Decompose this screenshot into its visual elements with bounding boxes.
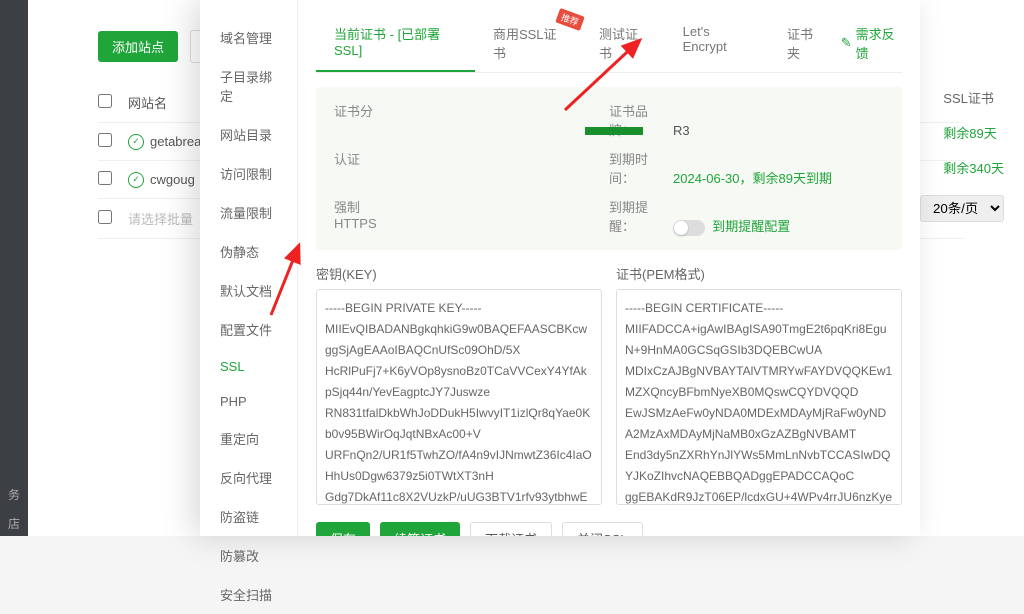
label-remind: 到期提醒： [609, 197, 673, 235]
feedback-link[interactable]: ✎需求反馈 [841, 14, 902, 72]
edit-icon: ✎ [841, 35, 852, 51]
modal-side-item-11[interactable]: 反向代理 [200, 458, 297, 497]
modal-side-item-6[interactable]: 默认文档 [200, 271, 297, 310]
nav-item[interactable]: 店 [0, 509, 28, 538]
ssl-remaining: 剩余340天 [943, 150, 1004, 185]
modal-main: 当前证书 - [已部署SSL] 商用SSL证书推荐 测试证书 Let's Enc… [298, 0, 920, 536]
modal-sidebar: 域名管理子目录绑定网站目录访问限制流量限制伪静态默认文档配置文件SSLPHP重定… [200, 0, 298, 536]
select-all-checkbox[interactable] [98, 94, 112, 108]
pem-textarea[interactable] [616, 289, 902, 505]
ssl-remaining: 剩余89天 [943, 115, 1004, 150]
modal-side-item-3[interactable]: 访问限制 [200, 154, 297, 193]
ssl-tabs: 当前证书 - [已部署SSL] 商用SSL证书推荐 测试证书 Let's Enc… [316, 14, 902, 73]
label-brand: 证书品牌： [609, 101, 673, 139]
shield-icon: ✓ [128, 134, 144, 150]
label-force-https: 强制HTTPS [334, 197, 398, 231]
modal-side-item-12[interactable]: 防盗链 [200, 497, 297, 536]
disable-ssl-button[interactable]: 关闭SSL [562, 522, 643, 536]
left-nav-strip: 务 店 [0, 0, 28, 536]
modal-side-item-4[interactable]: 流量限制 [200, 193, 297, 232]
tab-test-cert[interactable]: 测试证书 [581, 14, 665, 72]
shield-icon: ✓ [128, 172, 144, 188]
nav-item[interactable]: 务 [0, 480, 28, 509]
page-size-select[interactable]: 20条/页 [920, 195, 1004, 222]
modal-side-item-9[interactable]: PHP [200, 384, 297, 419]
row-checkbox[interactable] [98, 133, 112, 147]
modal-side-item-10[interactable]: 重定向 [200, 419, 297, 458]
label-cert-score: 证书分 [334, 101, 398, 120]
modal-side-item-13[interactable]: 防篡改 [200, 536, 297, 575]
row-checkbox[interactable] [98, 210, 112, 224]
remind-config-link[interactable]: 到期提醒配置 [712, 219, 790, 234]
modal-side-item-8[interactable]: SSL [200, 349, 297, 384]
modal-side-item-2[interactable]: 网站目录 [200, 115, 297, 154]
cert-info-box: 证书分 证书品牌：R3 认证 到期时间：2024-06-30，剩余89天到期 强… [316, 87, 902, 250]
save-button[interactable]: 保存 [316, 522, 370, 536]
label-auth: 认证 [334, 149, 398, 168]
site-name: cwgoug [150, 172, 195, 187]
add-site-button[interactable]: 添加站点 [98, 31, 178, 62]
ssl-column: SSL证书 剩余89天 剩余340天 [943, 80, 1004, 185]
label-expiry: 到期时间： [609, 149, 673, 187]
site-name: getabrea [150, 134, 201, 149]
remind-toggle[interactable] [673, 220, 705, 236]
modal-side-item-7[interactable]: 配置文件 [200, 310, 297, 349]
tab-current-cert[interactable]: 当前证书 - [已部署SSL] [316, 14, 475, 72]
tab-commercial-ssl[interactable]: 商用SSL证书推荐 [475, 14, 581, 72]
renew-button[interactable]: 续签证书 [380, 522, 460, 536]
tab-lets-encrypt[interactable]: Let's Encrypt [665, 14, 769, 72]
modal-side-item-5[interactable]: 伪静态 [200, 232, 297, 271]
value-brand: R3 [673, 123, 690, 138]
value-expiry: 2024-06-30，剩余89天到期 [673, 171, 832, 186]
pem-header: 证书(PEM格式) [616, 264, 902, 283]
cert-textareas: 密钥(KEY) 证书(PEM格式) [316, 264, 902, 508]
key-header: 密钥(KEY) [316, 264, 602, 283]
modal-side-item-0[interactable]: 域名管理 [200, 18, 297, 57]
download-button[interactable]: 下载证书 [470, 522, 552, 536]
modal-side-item-14[interactable]: 安全扫描 [200, 575, 297, 614]
col-header: SSL证书 [943, 80, 1004, 115]
site-settings-modal: 域名管理子目录绑定网站目录访问限制流量限制伪静态默认文档配置文件SSLPHP重定… [200, 0, 920, 536]
action-buttons: 保存 续签证书 下载证书 关闭SSL [316, 522, 902, 536]
key-textarea[interactable] [316, 289, 602, 505]
modal-side-item-1[interactable]: 子目录绑定 [200, 57, 297, 115]
tab-cert-folder[interactable]: 证书夹 [769, 14, 841, 72]
row-checkbox[interactable] [98, 171, 112, 185]
